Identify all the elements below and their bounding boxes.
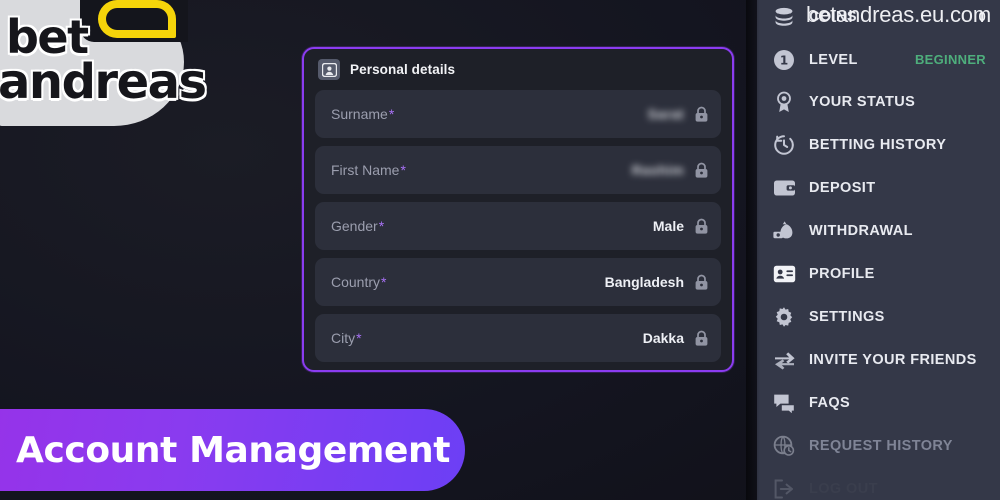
logout-icon	[771, 476, 797, 500]
account-sidebar: COINS 0 1 LEVEL BEGINNER YOUR STATUS BET…	[757, 0, 1000, 500]
field-gender-label: Gender*	[331, 218, 385, 234]
sidebar-item-deposit[interactable]: DEPOSIT	[757, 166, 1000, 209]
sidebar-item-betting-history-label: BETTING HISTORY	[809, 136, 947, 153]
sidebar-item-level[interactable]: 1 LEVEL BEGINNER	[757, 38, 1000, 81]
sidebar-item-request-history[interactable]: REQUEST HISTORY	[757, 424, 1000, 467]
sidebar-item-settings[interactable]: SETTINGS	[757, 295, 1000, 338]
field-city-value: Dakka	[642, 330, 684, 346]
panel-header: Personal details	[304, 49, 732, 86]
id-card-icon	[771, 261, 797, 287]
lock-icon	[694, 162, 709, 179]
field-gender[interactable]: Gender* Male	[315, 202, 721, 250]
sidebar-item-log-out[interactable]: LOG OUT	[757, 467, 1000, 500]
lock-icon	[694, 218, 709, 235]
personal-details-panel: Personal details Surname* Sarat First Na…	[302, 47, 734, 372]
sidebar-item-invite-your-friends[interactable]: INVITE YOUR FRIENDS	[757, 338, 1000, 381]
chat-bubbles-icon	[771, 390, 797, 416]
clock-history-icon	[771, 132, 797, 158]
field-city-label: City*	[331, 330, 362, 346]
sidebar-item-withdrawal[interactable]: WITHDRAWAL	[757, 209, 1000, 252]
lock-icon	[694, 330, 709, 347]
sidebar-item-invite-your-friends-label: INVITE YOUR FRIENDS	[809, 351, 977, 368]
field-first-name[interactable]: First Name* Rashim	[315, 146, 721, 194]
share-arrows-icon	[771, 347, 797, 373]
sidebar-item-profile-label: PROFILE	[809, 265, 875, 282]
field-city[interactable]: City* Dakka	[315, 314, 721, 362]
account-management-banner: Account Management	[0, 409, 465, 491]
globe-clock-icon	[771, 433, 797, 459]
sidebar-item-profile[interactable]: PROFILE	[757, 252, 1000, 295]
sidebar-item-withdrawal-label: WITHDRAWAL	[809, 222, 913, 239]
sidebar-item-your-status[interactable]: YOUR STATUS	[757, 80, 1000, 123]
field-surname-value: Sarat	[647, 106, 684, 122]
coins-icon	[771, 4, 797, 30]
sidebar-item-request-history-label: REQUEST HISTORY	[809, 437, 953, 454]
field-first-name-value: Rashim	[631, 162, 684, 178]
field-first-name-label: First Name*	[331, 162, 406, 178]
sidebar-item-log-out-label: LOG OUT	[809, 480, 878, 497]
logo-wordmark: bet andreas	[0, 10, 207, 111]
logo-text-andreas: andreas	[0, 54, 207, 111]
site-watermark: betandreas.eu.com	[806, 2, 991, 27]
field-country-label: Country*	[331, 274, 387, 290]
gear-icon	[771, 304, 797, 330]
field-surname-label: Surname*	[331, 106, 395, 122]
betandreas-logo[interactable]: bet andreas	[0, 0, 207, 134]
sidebar-item-faqs[interactable]: FAQS	[757, 381, 1000, 424]
field-country-value: Bangladesh	[604, 274, 684, 290]
field-surname[interactable]: Surname* Sarat	[315, 90, 721, 138]
banner-title: Account Management	[16, 429, 451, 471]
personal-details-fields: Surname* Sarat First Name* Rashim Gender…	[304, 86, 732, 362]
sidebar-item-betting-history[interactable]: BETTING HISTORY	[757, 123, 1000, 166]
sidebar-item-deposit-label: DEPOSIT	[809, 179, 876, 196]
field-gender-value: Male	[652, 218, 684, 234]
wallet-icon	[771, 175, 797, 201]
award-medal-icon	[771, 89, 797, 115]
lock-icon	[694, 106, 709, 123]
field-country[interactable]: Country* Bangladesh	[315, 258, 721, 306]
sidebar-item-settings-label: SETTINGS	[809, 308, 885, 325]
money-bag-icon	[771, 218, 797, 244]
logo-text-bet: bet	[6, 10, 89, 64]
level-value-badge: BEGINNER	[914, 52, 986, 67]
sidebar-item-faqs-label: FAQS	[809, 394, 851, 411]
sidebar-item-your-status-label: YOUR STATUS	[809, 93, 916, 110]
screenshot-root: bet andreas Personal details Surname* Sa…	[0, 0, 1000, 500]
panel-title: Personal details	[350, 62, 456, 77]
level-badge-icon: 1	[771, 47, 797, 73]
sidebar-item-level-label: LEVEL	[809, 51, 858, 68]
lock-icon	[694, 274, 709, 291]
svg-text:1: 1	[780, 53, 788, 67]
contact-card-icon	[318, 59, 340, 80]
